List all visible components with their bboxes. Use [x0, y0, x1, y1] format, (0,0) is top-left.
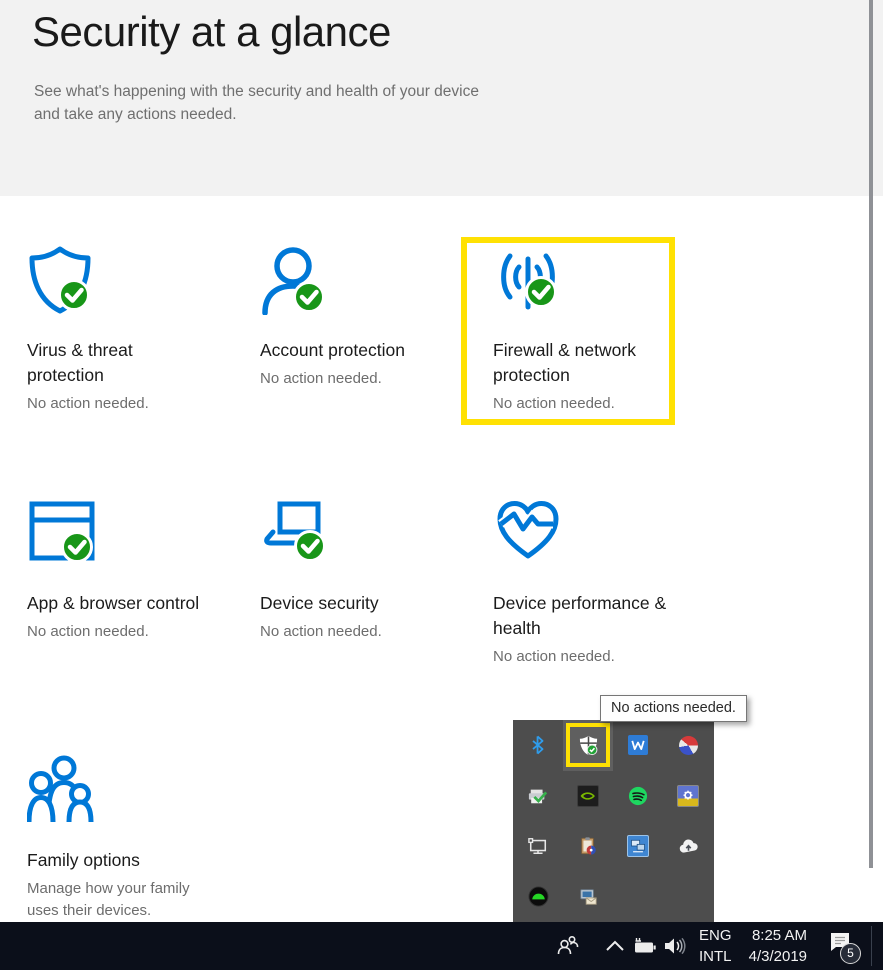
clock[interactable]: 8:25 AM 4/3/2019	[735, 925, 807, 967]
chevron-up-icon[interactable]	[604, 939, 626, 958]
tile-title: Firewall & network protection	[493, 340, 636, 385]
tile-device-performance-health[interactable]: Device performance & health No action ne…	[493, 498, 705, 668]
laptop-check-icon	[260, 498, 472, 568]
tile-title: App & browser control	[27, 593, 200, 613]
tile-status: No action needed.	[493, 395, 615, 412]
gear-app-icon[interactable]	[663, 771, 713, 822]
tile-app-browser-control[interactable]: App & browser control No action needed.	[27, 498, 239, 643]
heart-pulse-icon	[493, 498, 705, 568]
windows-security-app: Security at a glance See what's happenin…	[0, 0, 883, 970]
bluetooth-icon[interactable]	[513, 720, 563, 771]
tray-empty-cell	[663, 872, 713, 923]
tile-firewall-network-protection[interactable]: Firewall & network protection No action …	[493, 245, 705, 415]
clock-date: 4/3/2019	[748, 948, 807, 965]
people-icon[interactable]	[556, 935, 580, 962]
tile-family-options[interactable]: Family options Manage how your family us…	[26, 755, 239, 922]
vertical-scrollbar[interactable]	[869, 0, 873, 868]
volume-icon[interactable]	[662, 936, 686, 961]
language-indicator[interactable]: ENG INTL	[699, 925, 732, 967]
tray-tooltip: No actions needed.	[600, 695, 747, 722]
tile-status: No action needed.	[27, 623, 149, 640]
page-subtitle: See what's happening with the security a…	[34, 83, 479, 123]
tile-title: Family options	[27, 850, 140, 870]
taskbar-divider	[871, 926, 872, 966]
tray-highlight-box	[566, 723, 610, 767]
language-line1: ENG	[699, 927, 732, 944]
tray-overflow-popup	[513, 720, 714, 922]
tile-status: No action needed.	[260, 370, 382, 387]
spotify-icon[interactable]	[613, 771, 663, 822]
tile-account-protection[interactable]: Account protection No action needed.	[260, 245, 472, 390]
tile-device-security[interactable]: Device security No action needed.	[260, 498, 472, 643]
tray-empty-cell	[613, 872, 663, 923]
shield-check-icon	[27, 245, 239, 315]
tile-status: Manage how your family uses their device…	[27, 880, 190, 919]
w-zigzag-icon[interactable]	[613, 720, 663, 771]
taskbar: ENG INTL 8:25 AM 4/3/2019	[0, 922, 883, 970]
battery-icon[interactable]	[632, 936, 658, 961]
tile-title: Device performance & health	[493, 593, 667, 638]
network-monitor-icon[interactable]	[513, 821, 563, 872]
windows-security-shield-icon[interactable]	[563, 720, 613, 771]
colored-ball-icon[interactable]	[663, 720, 713, 771]
family-icon	[26, 755, 239, 825]
language-line2: INTL	[699, 948, 732, 965]
tile-virus-threat-protection[interactable]: Virus & threat protection No action need…	[27, 245, 239, 415]
network-signal-check-icon	[493, 245, 705, 315]
clipboard-disc-icon[interactable]	[563, 821, 613, 872]
page-header: Security at a glance See what's happenin…	[0, 0, 883, 196]
tile-title: Account protection	[260, 340, 405, 360]
tile-status: No action needed.	[260, 623, 382, 640]
person-check-icon	[260, 245, 472, 316]
tile-title: Virus & threat protection	[27, 340, 133, 385]
printer-check-icon[interactable]	[513, 771, 563, 822]
nvidia-icon[interactable]	[563, 771, 613, 822]
page-title: Security at a glance	[32, 8, 391, 55]
tile-status: No action needed.	[493, 648, 615, 665]
monitor-envelope-icon[interactable]	[563, 872, 613, 923]
tile-title: Device security	[260, 593, 379, 613]
intel-graphics-icon[interactable]	[613, 821, 663, 872]
clock-time: 8:25 AM	[751, 927, 807, 944]
green-dome-icon[interactable]	[513, 872, 563, 923]
notification-count-badge[interactable]: 5	[840, 943, 861, 964]
onedrive-cloud-icon[interactable]	[663, 821, 713, 872]
tile-status: No action needed.	[27, 395, 149, 412]
app-window-check-icon	[27, 498, 239, 568]
